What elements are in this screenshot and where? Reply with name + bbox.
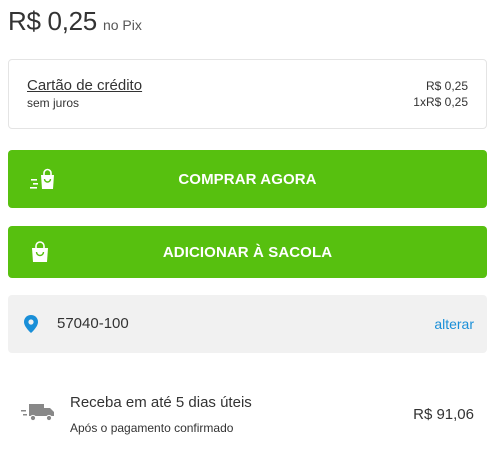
truck-icon — [21, 402, 55, 422]
delivery-title: Receba em até 5 dias úteis — [70, 394, 252, 411]
change-cep-link[interactable]: alterar — [434, 316, 474, 332]
buy-now-label: COMPRAR AGORA — [178, 170, 317, 188]
add-to-bag-label: ADICIONAR À SACOLA — [162, 243, 333, 261]
credit-card-box: Cartão de crédito sem juros R$ 0,25 1xR$… — [8, 59, 487, 129]
delivery-subtitle: Após o pagamento confirmado — [70, 421, 234, 435]
cep-value: 57040-100 — [57, 315, 129, 332]
bag-icon — [30, 241, 56, 263]
fast-bag-icon — [30, 168, 56, 190]
pix-label: no Pix — [102, 17, 142, 33]
pix-price: R$ 0,25 — [8, 6, 97, 36]
credit-card-link[interactable]: Cartão de crédito — [27, 77, 142, 94]
buy-now-button[interactable]: COMPRAR AGORA — [8, 150, 487, 208]
credit-card-installments: 1xR$ 0,25 — [413, 95, 468, 109]
price-row: R$ 0,25 no Pix — [8, 6, 142, 37]
credit-card-price: R$ 0,25 — [425, 79, 468, 93]
location-pin-icon — [24, 315, 38, 333]
add-to-bag-button[interactable]: ADICIONAR À SACOLA — [8, 226, 487, 278]
delivery-price: R$ 91,06 — [413, 406, 474, 423]
shipping-cep-box: 57040-100 alterar — [8, 295, 487, 353]
credit-card-subtitle: sem juros — [27, 96, 80, 110]
